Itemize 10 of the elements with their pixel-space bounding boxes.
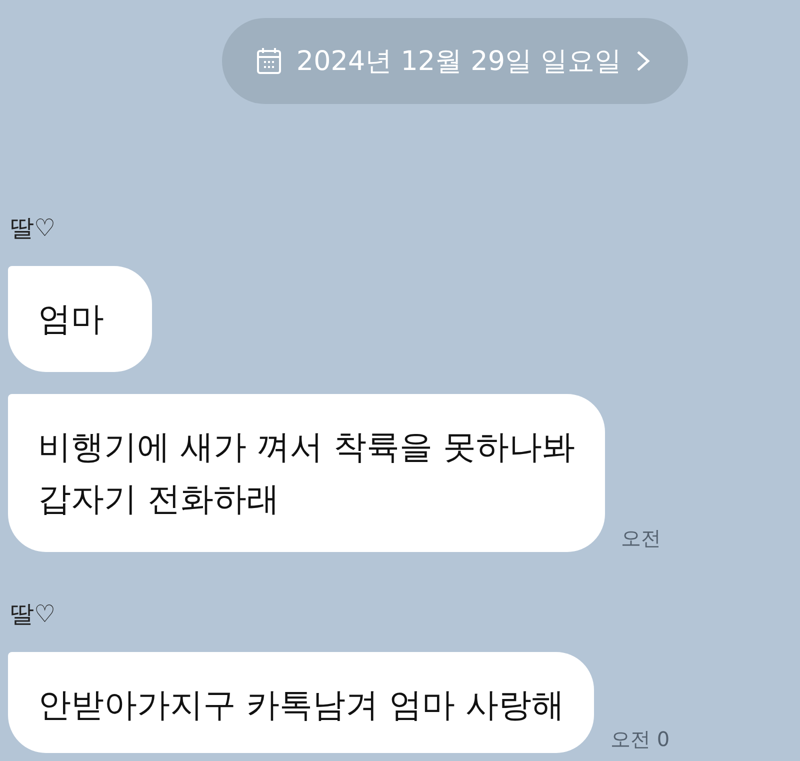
- sender-name: 딸♡: [10, 599, 56, 630]
- chevron-right-icon: [636, 50, 650, 72]
- message-bubble: 비행기에 새가 껴서 착륙을 못하나봐 갑자기 전화하래: [8, 394, 605, 552]
- message-bubble: 엄마: [8, 266, 152, 372]
- date-divider[interactable]: 2024년 12월 29일 일요일: [222, 18, 688, 104]
- message-bubble: 안받아가지구 카톡남겨 엄마 사랑해: [8, 652, 594, 753]
- calendar-icon: [256, 47, 282, 75]
- sender-name: 딸♡: [10, 213, 56, 244]
- message-time: 오전 0: [610, 726, 670, 753]
- message-time: 오전: [620, 525, 661, 552]
